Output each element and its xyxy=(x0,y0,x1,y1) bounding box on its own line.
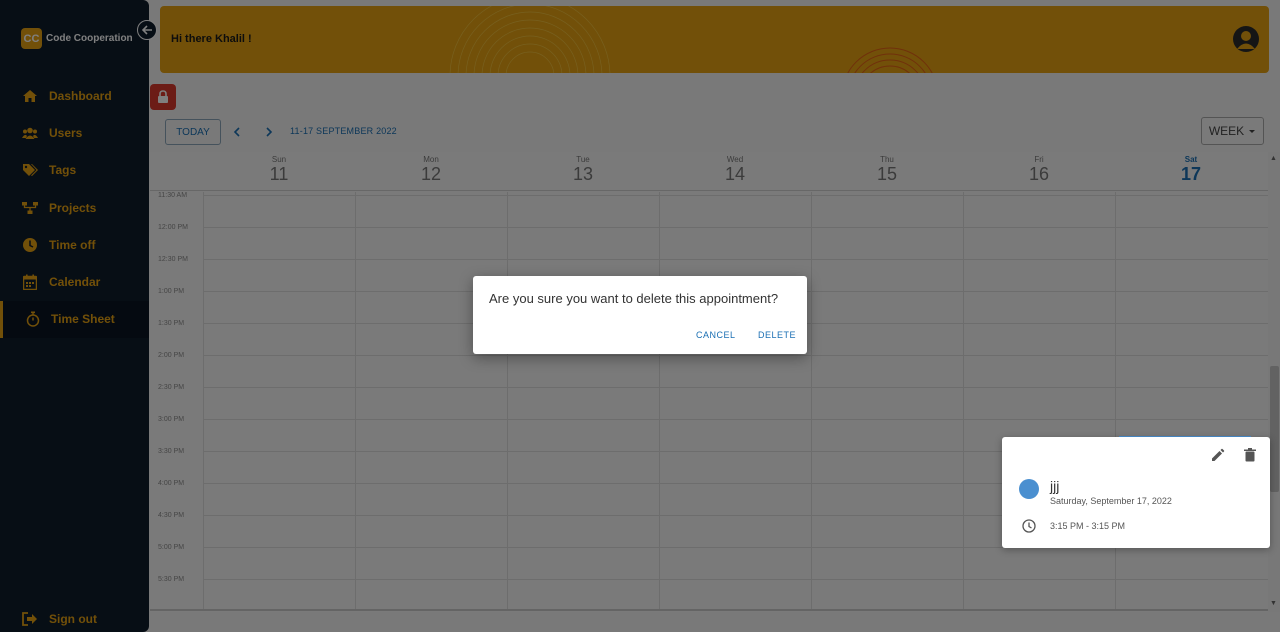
cancel-button[interactable]: CANCEL xyxy=(696,330,736,340)
appointment-tooltip: jjj Saturday, September 17, 2022 3:15 PM… xyxy=(1002,437,1270,548)
trash-icon xyxy=(1244,448,1256,462)
appointment-color-dot xyxy=(1019,479,1039,499)
dialog-message: Are you sure you want to delete this app… xyxy=(489,291,779,306)
edit-appointment-button[interactable] xyxy=(1210,447,1226,463)
delete-appointment-button[interactable] xyxy=(1242,447,1258,463)
appointment-date: Saturday, September 17, 2022 xyxy=(1050,496,1172,506)
appointment-title: jjj xyxy=(1050,478,1060,494)
appointment-time: 3:15 PM - 3:15 PM xyxy=(1050,521,1126,531)
confirm-delete-dialog: Are you sure you want to delete this app… xyxy=(473,276,807,354)
delete-button[interactable]: DELETE xyxy=(758,330,796,340)
pencil-icon xyxy=(1212,448,1225,461)
clock-icon xyxy=(1022,519,1036,533)
